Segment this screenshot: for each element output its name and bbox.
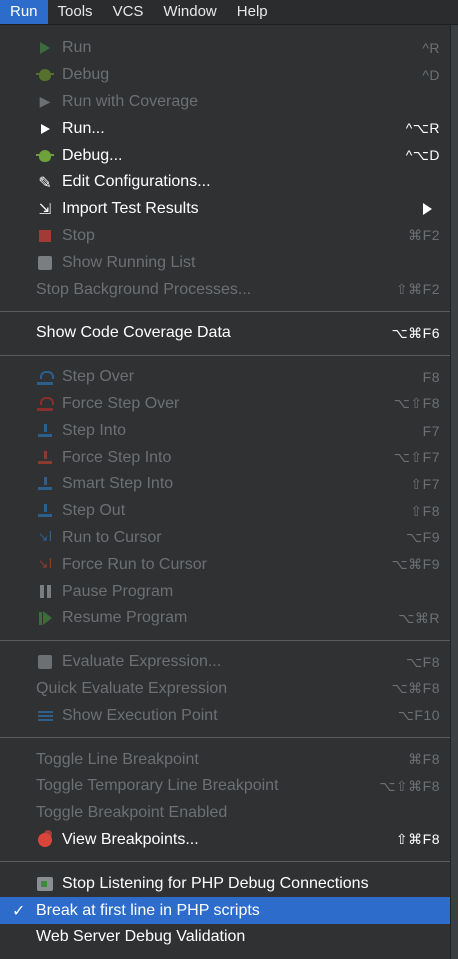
menu-vcs[interactable]: VCS bbox=[103, 0, 154, 24]
checkmark-icon: ✓ bbox=[12, 902, 26, 920]
menu-item-web-server-debug-validation[interactable]: Web Server Debug Validation bbox=[0, 924, 450, 951]
menu-item-force-run-to-cursor[interactable]: ↘I Force Run to Cursor ⌥⌘F9 bbox=[0, 551, 450, 578]
stop-icon bbox=[36, 227, 54, 245]
list-icon bbox=[36, 254, 54, 272]
menu-item-force-step-over[interactable]: Force Step Over ⌥⇧F8 bbox=[0, 391, 450, 418]
separator bbox=[0, 861, 450, 863]
force-step-into-icon bbox=[36, 449, 54, 467]
menu-item-debug-dialog[interactable]: Debug... ^⌥D bbox=[0, 142, 450, 169]
separator bbox=[0, 310, 450, 312]
debug-icon bbox=[36, 147, 54, 165]
menu-item-force-step-into[interactable]: Force Step Into ⌥⇧F7 bbox=[0, 444, 450, 471]
force-step-over-icon bbox=[36, 395, 54, 413]
run-icon bbox=[36, 120, 54, 138]
calculator-icon bbox=[36, 653, 54, 671]
coverage-icon: ▶ bbox=[39, 93, 51, 110]
menu-item-break-at-first-line[interactable]: ✓ Break at first line in PHP scripts bbox=[0, 897, 450, 924]
menu-item-show-code-coverage-data[interactable]: Show Code Coverage Data ⌥⌘F6 bbox=[0, 320, 450, 347]
run-menu-dropdown: Run ^R Debug ^D ▶ Run with Coverage Run.… bbox=[0, 25, 451, 959]
submenu-arrow-icon bbox=[423, 203, 432, 216]
pause-icon bbox=[36, 583, 54, 601]
execution-point-icon bbox=[36, 707, 54, 725]
separator bbox=[0, 639, 450, 641]
step-out-icon bbox=[36, 502, 54, 520]
menu-item-smart-step-into[interactable]: Smart Step Into ⇧F7 bbox=[0, 471, 450, 498]
menu-item-step-into[interactable]: Step Into F7 bbox=[0, 417, 450, 444]
step-into-icon bbox=[36, 422, 54, 440]
menu-item-edit-configurations[interactable]: ✎ Edit Configurations... bbox=[0, 169, 450, 196]
menu-help[interactable]: Help bbox=[227, 0, 278, 24]
php-debug-icon bbox=[36, 875, 54, 893]
menu-item-debug[interactable]: Debug ^D bbox=[0, 62, 450, 89]
run-to-cursor-icon: ↘I bbox=[37, 530, 53, 546]
debug-icon bbox=[36, 66, 54, 84]
menu-item-stop-listening-php-debug[interactable]: Stop Listening for PHP Debug Connections bbox=[0, 870, 450, 897]
menu-item-pause-program[interactable]: Pause Program bbox=[0, 578, 450, 605]
menu-item-toggle-breakpoint-enabled[interactable]: Toggle Breakpoint Enabled bbox=[0, 800, 450, 827]
menu-item-run-to-cursor[interactable]: ↘I Run to Cursor ⌥F9 bbox=[0, 525, 450, 552]
separator bbox=[0, 354, 450, 356]
step-over-icon bbox=[36, 368, 54, 386]
menu-item-evaluate-expression[interactable]: Evaluate Expression... ⌥F8 bbox=[0, 649, 450, 676]
menu-item-view-breakpoints[interactable]: View Breakpoints... ⇧⌘F8 bbox=[0, 827, 450, 854]
run-icon bbox=[36, 39, 54, 57]
smart-step-into-icon bbox=[36, 475, 54, 493]
menu-bar: Run Tools VCS Window Help bbox=[0, 0, 458, 25]
menu-item-stop[interactable]: Stop ⌘F2 bbox=[0, 223, 450, 250]
menu-item-toggle-line-breakpoint[interactable]: Toggle Line Breakpoint ⌘F8 bbox=[0, 746, 450, 773]
menu-item-run-dialog[interactable]: Run... ^⌥R bbox=[0, 115, 450, 142]
breakpoints-icon bbox=[36, 829, 54, 849]
edit-icon: ✎ bbox=[38, 172, 52, 192]
menu-item-stop-background-processes[interactable]: Stop Background Processes... ⇧⌘F2 bbox=[0, 276, 450, 303]
menu-item-step-over[interactable]: Step Over F8 bbox=[0, 364, 450, 391]
force-run-to-cursor-icon: ↘I bbox=[37, 557, 53, 573]
menu-run[interactable]: Run bbox=[0, 0, 48, 24]
menu-item-resume-program[interactable]: Resume Program ⌥⌘R bbox=[0, 605, 450, 632]
menu-tools[interactable]: Tools bbox=[48, 0, 103, 24]
menu-window[interactable]: Window bbox=[153, 0, 226, 24]
menu-item-run[interactable]: Run ^R bbox=[0, 35, 450, 62]
menu-item-show-execution-point[interactable]: Show Execution Point ⌥F10 bbox=[0, 702, 450, 729]
menu-item-toggle-temporary-line-breakpoint[interactable]: Toggle Temporary Line Breakpoint ⌥⇧⌘F8 bbox=[0, 773, 450, 800]
separator bbox=[0, 737, 450, 739]
menu-item-show-running-list[interactable]: Show Running List bbox=[0, 249, 450, 276]
resume-icon bbox=[36, 609, 54, 627]
menu-item-step-out[interactable]: Step Out ⇧F8 bbox=[0, 498, 450, 525]
menu-item-import-test-results[interactable]: ⇲ Import Test Results bbox=[0, 196, 450, 223]
menu-item-run-with-coverage[interactable]: ▶ Run with Coverage bbox=[0, 89, 450, 116]
menu-item-quick-evaluate-expression[interactable]: Quick Evaluate Expression ⌥⌘F8 bbox=[0, 676, 450, 703]
import-icon: ⇲ bbox=[38, 200, 52, 219]
